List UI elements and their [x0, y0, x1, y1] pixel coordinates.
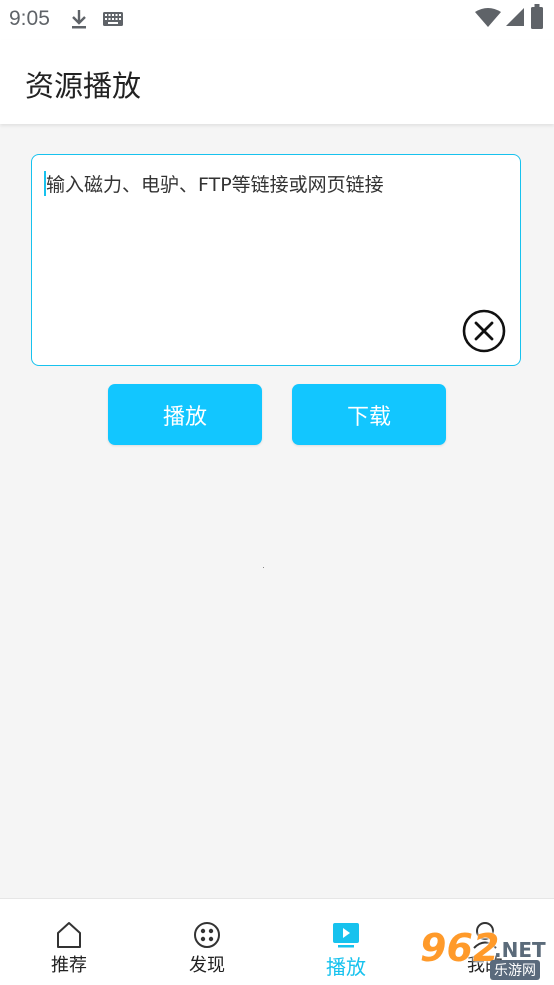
clear-icon[interactable]	[462, 309, 506, 353]
page-title: 资源播放	[25, 69, 142, 103]
download-icon	[72, 10, 86, 29]
watermark-number: 962	[420, 926, 500, 970]
status-time: 9:05	[9, 7, 50, 30]
nav-item-recommend[interactable]: 推荐	[28, 899, 108, 985]
battery-icon	[531, 4, 543, 29]
watermark-sub: 乐游网	[490, 960, 540, 980]
play-icon	[333, 923, 359, 948]
watermark-logo: 962 .NET 乐游网	[414, 912, 554, 984]
status-bar: 9:05	[0, 0, 554, 40]
app-bar: 资源播放	[0, 40, 554, 124]
signal-icon	[506, 8, 524, 26]
play-button-label: 播放	[162, 404, 207, 430]
url-input-placeholder: 输入磁力、电驴、FTP等链接或网页链接	[46, 174, 384, 196]
nav-label-discover: 发现	[189, 955, 225, 976]
nav-label-recommend: 推荐	[51, 955, 87, 976]
home-icon	[57, 922, 81, 948]
nav-item-discover[interactable]: 发现	[166, 899, 246, 985]
nav-label-play: 播放	[326, 955, 366, 979]
download-button[interactable]: 下载	[292, 384, 446, 445]
download-button-label: 下载	[346, 404, 391, 430]
wifi-icon	[475, 8, 501, 27]
film-reel-icon	[194, 922, 220, 948]
url-input[interactable]: 输入磁力、电驴、FTP等链接或网页链接	[31, 154, 521, 366]
nav-item-play[interactable]: 播放	[305, 899, 385, 985]
play-button[interactable]: 播放	[108, 384, 262, 445]
keyboard-icon	[103, 12, 123, 26]
watermark-suffix: .NET	[494, 938, 546, 962]
loading-dot	[263, 567, 264, 568]
